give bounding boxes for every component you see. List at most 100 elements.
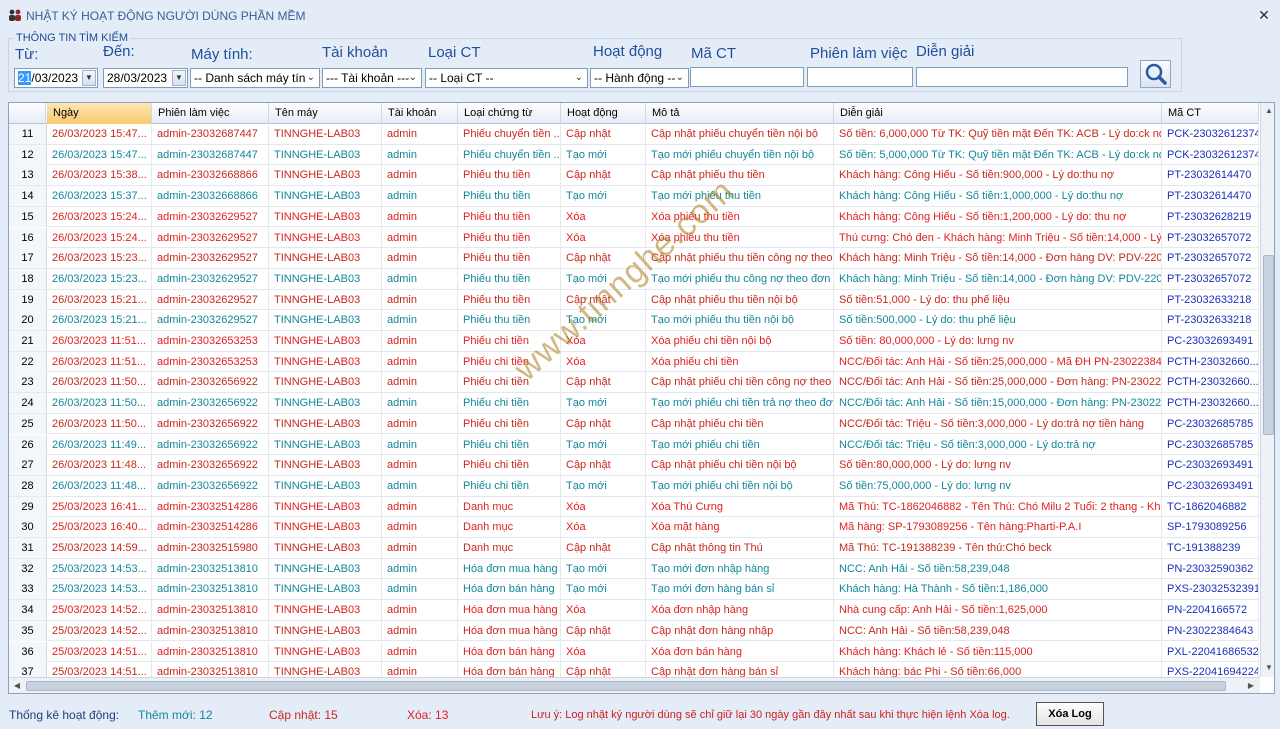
doc-code-input[interactable] [690, 67, 804, 87]
cell-description: Cập nhật phiếu thu tiền nội bộ [646, 289, 834, 310]
table-row[interactable]: 20 26/03/2023 15:21... admin-23032629527 TI… [9, 310, 1259, 331]
row-number: 30 [9, 517, 47, 538]
account-select[interactable]: --- Tài khoản --- ⌄ [322, 68, 422, 88]
cell-activity: Tạo mới [561, 393, 646, 414]
calendar-dropdown-icon[interactable]: ▼ [172, 70, 186, 86]
cell-date: 26/03/2023 15:21... [47, 310, 152, 331]
cell-doc-code: PT-23032633218 [1162, 289, 1259, 310]
col-header-account[interactable]: Tài khoản [382, 103, 458, 124]
table-row[interactable]: 23 26/03/2023 11:50... admin-23032656922 TI… [9, 372, 1259, 394]
cell-machine: TINNGHE-LAB03 [269, 165, 382, 186]
cell-activity: Cập nhật [561, 372, 646, 393]
cell-session: admin-23032656922 [152, 455, 269, 476]
cell-description: Tạo mới phiếu chuyển tiền nội bộ [646, 144, 834, 165]
col-header-session[interactable]: Phiên làm việc [152, 103, 269, 124]
row-number: 13 [9, 165, 47, 186]
cell-session: admin-23032513810 [152, 620, 269, 641]
table-row[interactable]: 17 26/03/2023 15:23... admin-23032629527 TI… [9, 248, 1259, 269]
row-number: 28 [9, 475, 47, 496]
stats-deleted: Xóa: 13 [407, 708, 449, 722]
close-icon[interactable]: ✕ [1256, 7, 1272, 23]
scroll-right-icon[interactable]: ▶ [1243, 678, 1259, 693]
cell-activity: Xóa [561, 227, 646, 248]
computer-select[interactable]: -- Danh sách máy tín ⌄ [190, 68, 320, 88]
cell-machine: TINNGHE-LAB03 [269, 186, 382, 207]
cell-doc-code: PN-23022384643 [1162, 620, 1259, 641]
cell-doc-code: PC-23032685785 [1162, 434, 1259, 455]
description-input[interactable] [916, 67, 1128, 87]
from-date-picker[interactable]: 21/03/2023 ▼ [14, 68, 98, 88]
cell-date: 26/03/2023 15:47... [47, 144, 152, 165]
scroll-down-icon[interactable]: ▼ [1261, 660, 1274, 676]
session-input[interactable] [807, 67, 913, 87]
from-date-day: 21 [18, 71, 32, 85]
cell-activity: Tạo mới [561, 475, 646, 496]
cell-activity: Tạo mới [561, 434, 646, 455]
cell-doc-code: PCK-23032612374 [1162, 144, 1259, 165]
table-row[interactable]: 31 25/03/2023 14:59... admin-23032515980 TI… [9, 538, 1259, 559]
horizontal-scroll-thumb[interactable] [26, 681, 1226, 691]
table-row[interactable]: 35 25/03/2023 14:52... admin-23032513810 TI… [9, 620, 1259, 642]
table-row[interactable]: 24 26/03/2023 11:50... admin-23032656922 TI… [9, 393, 1259, 414]
vertical-scroll-thumb[interactable] [1263, 255, 1274, 435]
col-header-activity[interactable]: Hoạt động [561, 103, 646, 124]
table-row[interactable]: 30 25/03/2023 16:40... admin-23032514286 TI… [9, 517, 1259, 538]
doc-type-select[interactable]: -- Loại CT -- ⌄ [425, 68, 588, 88]
cell-doc-type: Phiếu thu tiền [458, 268, 561, 289]
cell-doc-type: Danh mục [458, 517, 561, 538]
cell-date: 25/03/2023 14:59... [47, 538, 152, 558]
col-header-doc-code[interactable]: Mã CT [1162, 103, 1259, 124]
activity-select[interactable]: -- Hành động -- ⌄ [590, 68, 689, 88]
cell-activity: Xóa [561, 331, 646, 351]
cell-date: 26/03/2023 15:37... [47, 186, 152, 207]
from-label: Từ: [15, 46, 39, 63]
table-row[interactable]: 32 25/03/2023 14:53... admin-23032513810 TI… [9, 558, 1259, 580]
retention-note: Lưu ý: Log nhật ký người dùng sẽ chỉ giữ… [531, 709, 1010, 721]
col-header-detail[interactable]: Diễn giải [834, 103, 1162, 124]
cell-description: Cập nhật phiếu chi tiền công nợ theo ... [646, 372, 834, 393]
table-row[interactable]: 19 26/03/2023 15:21... admin-23032629527 TI… [9, 289, 1259, 311]
calendar-dropdown-icon[interactable]: ▼ [82, 70, 96, 86]
cell-description: Cập nhật thông tin Thú [646, 538, 834, 558]
session-label: Phiên làm việc [810, 45, 908, 62]
search-button[interactable] [1140, 60, 1171, 88]
table-row[interactable]: 29 25/03/2023 16:41... admin-23032514286 TI… [9, 496, 1259, 518]
cell-description: Cập nhật phiếu thu tiền [646, 165, 834, 186]
col-header-machine[interactable]: Tên máy [269, 103, 382, 124]
table-row[interactable]: 27 26/03/2023 11:48... admin-23032656922 TI… [9, 455, 1259, 476]
row-number: 33 [9, 579, 47, 600]
scroll-left-icon[interactable]: ◀ [9, 678, 25, 693]
table-row[interactable]: 12 26/03/2023 15:47... admin-23032687447 TI… [9, 144, 1259, 166]
table-row[interactable]: 13 26/03/2023 15:38... admin-23032668866 TI… [9, 165, 1259, 187]
table-row[interactable]: 25 26/03/2023 11:50... admin-23032656922 TI… [9, 413, 1259, 435]
table-row[interactable]: 21 26/03/2023 11:51... admin-23032653253 TI… [9, 331, 1259, 352]
cell-machine: TINNGHE-LAB03 [269, 538, 382, 558]
scroll-up-icon[interactable]: ▲ [1261, 103, 1274, 119]
table-row[interactable]: 28 26/03/2023 11:48... admin-23032656922 TI… [9, 475, 1259, 497]
table-row[interactable]: 26 26/03/2023 11:49... admin-23032656922 TI… [9, 434, 1259, 456]
col-header-description[interactable]: Mô tả [646, 103, 834, 124]
col-header-doc-type[interactable]: Loại chứng từ [458, 103, 561, 124]
cell-detail: Nhà cung cấp: Anh Hải - Số tiền:1,625,00… [834, 600, 1162, 621]
cell-machine: TINNGHE-LAB03 [269, 620, 382, 641]
horizontal-scrollbar[interactable]: ◀ ▶ [9, 677, 1260, 693]
cell-account: admin [382, 620, 458, 641]
table-row[interactable]: 18 26/03/2023 15:23... admin-23032629527 TI… [9, 268, 1259, 290]
cell-detail: Khách hàng: Công Hiếu - Số tiền:1,000,00… [834, 186, 1162, 207]
table-row[interactable]: 34 25/03/2023 14:52... admin-23032513810 TI… [9, 600, 1259, 621]
table-row[interactable]: 14 26/03/2023 15:37... admin-23032668866 TI… [9, 186, 1259, 207]
table-row[interactable]: 22 26/03/2023 11:51... admin-23032653253 TI… [9, 351, 1259, 373]
cell-machine: TINNGHE-LAB03 [269, 475, 382, 496]
table-row[interactable]: 36 25/03/2023 14:51... admin-23032513810 TI… [9, 641, 1259, 663]
cell-session: admin-23032513810 [152, 600, 269, 621]
row-number: 25 [9, 413, 47, 434]
vertical-scrollbar[interactable]: ▲ ▼ [1260, 103, 1274, 677]
delete-log-button[interactable]: Xóa Log [1036, 702, 1104, 726]
table-row[interactable]: 16 26/03/2023 15:24... admin-23032629527 TI… [9, 227, 1259, 249]
activity-log-grid[interactable]: Ngày Phiên làm việc Tên máy Tài khoản Lo… [8, 102, 1275, 694]
to-date-picker[interactable]: 28/03/2023 ▼ [103, 68, 188, 88]
table-row[interactable]: 15 26/03/2023 15:24... admin-23032629527 TI… [9, 206, 1259, 228]
table-row[interactable]: 33 25/03/2023 14:53... admin-23032513810 TI… [9, 579, 1259, 601]
table-row[interactable]: 11 26/03/2023 15:47... admin-23032687447 TI… [9, 124, 1259, 145]
col-header-date[interactable]: Ngày [47, 103, 152, 124]
